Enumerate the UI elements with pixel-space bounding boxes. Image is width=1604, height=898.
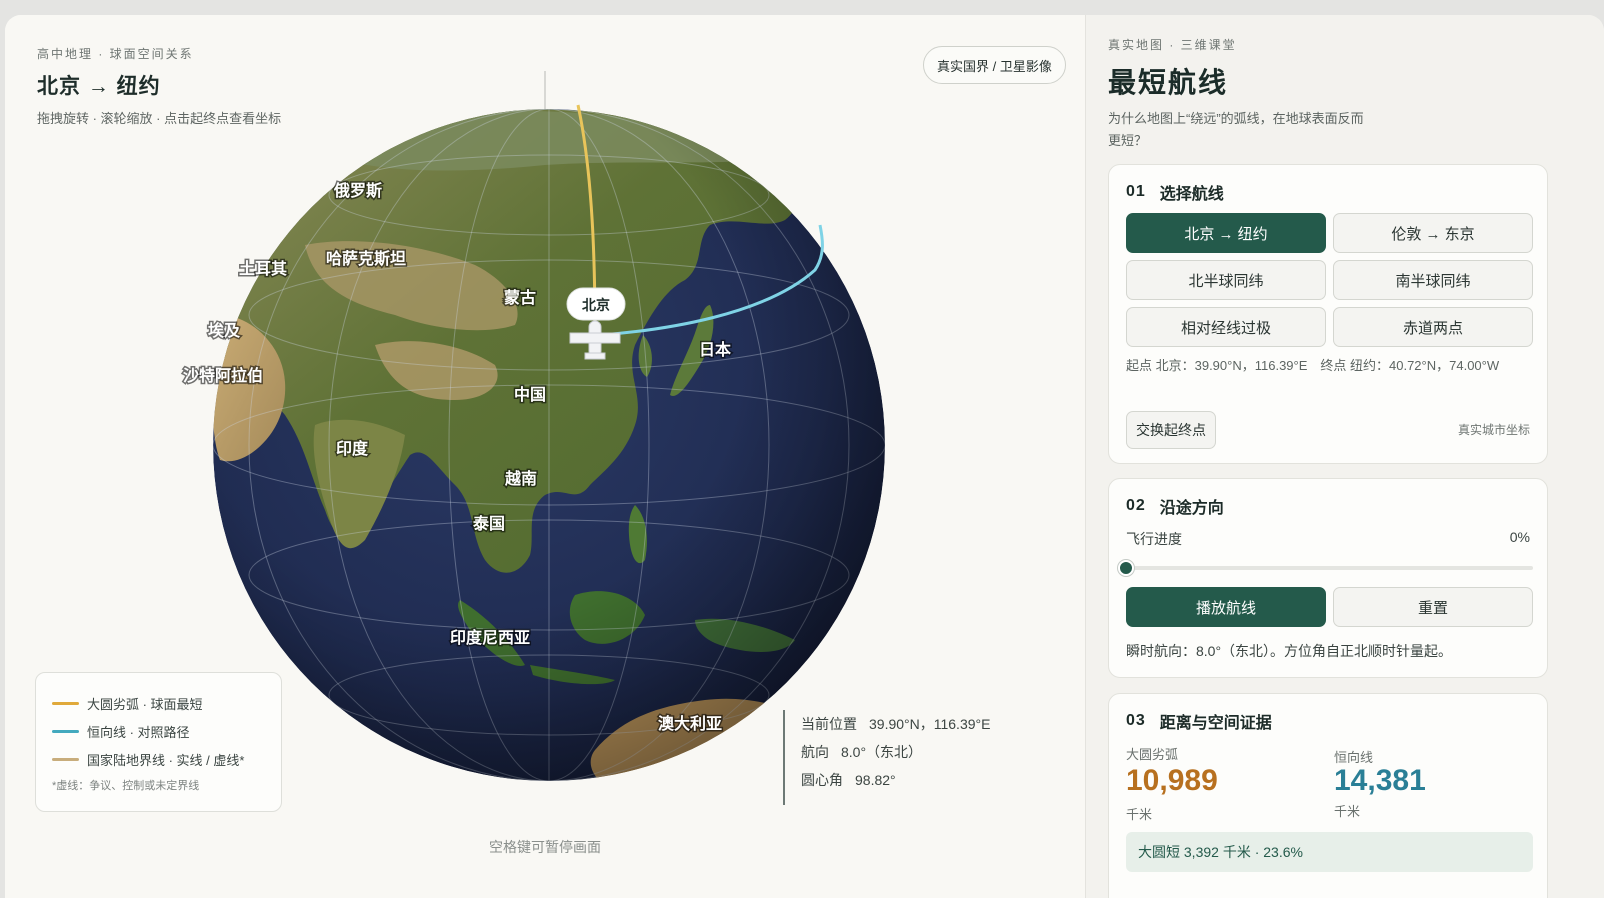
readout-value: 8.0°（东北）	[841, 744, 923, 760]
reset-button[interactable]: 重置	[1333, 587, 1533, 627]
readout-label: 航向	[801, 744, 829, 760]
route-option-beijing-newyork[interactable]: 北京 → 纽约	[1126, 213, 1326, 253]
place-label-indonesia: 印度尼西亚	[450, 628, 530, 647]
play-route-button[interactable]: 播放航线	[1126, 587, 1326, 627]
card-heading: 02 沿途方向	[1126, 494, 1224, 518]
place-label-egypt: 埃及	[208, 321, 241, 340]
start-city-label: 北京	[582, 297, 610, 313]
rhumb-line-unit: 千米	[1334, 804, 1361, 819]
legend-item-borders: 国家陆地界线 · 实线 / 虚线*	[52, 745, 265, 773]
place-label-australia: 澳大利亚	[658, 714, 722, 733]
progress-label: 飞行进度	[1126, 531, 1182, 547]
place-label-japan: 日本	[699, 340, 731, 359]
rhumb-line-distance: 14,381	[1334, 764, 1426, 797]
legend-label: 大圆劣弧 · 球面最短	[87, 696, 203, 712]
legend-item-rhumb-line: 恒向线 · 对照路径	[52, 717, 265, 745]
route-option-over-pole[interactable]: 相对经线过极	[1126, 307, 1326, 347]
place-label-saudi-arabia: 沙特阿拉伯	[183, 366, 263, 385]
distance-difference: 大圆短 3,392 千米 · 23.6%	[1126, 832, 1533, 872]
readout-label: 圆心角	[801, 772, 843, 788]
card-heading: 03 距离与空间证据	[1126, 709, 1272, 733]
legend-item-great-circle: 大圆劣弧 · 球面最短	[52, 689, 265, 717]
readout-label: 当前位置	[801, 716, 857, 732]
side-kicker: 真实地图 · 三维课堂	[1108, 38, 1237, 52]
route-option-south-same-lat[interactable]: 南半球同纬	[1333, 260, 1533, 300]
instant-heading-text: 瞬时航向：8.0°（东北）。方位角自正北顺时针量起。	[1126, 643, 1453, 659]
card-title: 沿途方向	[1159, 500, 1224, 517]
globe-shading	[213, 109, 885, 781]
card-title: 距离与空间证据	[1159, 715, 1272, 732]
place-label-turkey: 土耳其	[239, 259, 287, 278]
place-label-kazakhstan: 哈萨克斯坦	[326, 249, 406, 268]
great-circle-label: 大圆劣弧	[1126, 747, 1179, 762]
place-label-mongolia: 蒙古	[504, 288, 536, 307]
app-window: 高中地理 · 球面空间关系 北京 → 纽约 拖拽旋转 · 滚轮缩放 · 点击起终…	[5, 15, 1604, 898]
pause-hint: 空格键可暂停画面	[489, 839, 601, 855]
card-number: 03	[1126, 712, 1146, 729]
place-label-russia: 俄罗斯	[333, 181, 382, 200]
progress-slider-thumb[interactable]	[1118, 560, 1134, 576]
direction-card: 02 沿途方向 飞行进度 0% 播放航线 重置 瞬时航向：8.0°（东北）。方位…	[1108, 478, 1548, 678]
card-heading: 01 选择航线	[1126, 180, 1224, 204]
readout-central-angle: 圆心角 98.82°	[801, 766, 1043, 794]
legend-label: 恒向线 · 对照路径	[87, 724, 190, 740]
place-label-vietnam: 越南	[504, 469, 537, 488]
great-circle-unit: 千米	[1126, 807, 1153, 822]
globe-panel: 高中地理 · 球面空间关系 北京 → 纽约 拖拽旋转 · 滚轮缩放 · 点击起终…	[5, 15, 1112, 898]
readout-position: 当前位置 39.90°N，116.39°E	[801, 710, 1043, 738]
place-label-china: 中国	[514, 385, 546, 404]
legend-swatch-rhumb-line	[52, 729, 79, 733]
route-select-card: 01 选择航线 北京 → 纽约 伦敦 → 东京 北半球同纬 南半球同纬 相对经线…	[1108, 164, 1548, 464]
place-label-thailand: 泰国	[472, 514, 505, 533]
legend-swatch-great-circle	[52, 701, 79, 705]
legend-note: *虚线：争议、控制或未定界线	[52, 780, 200, 792]
side-title: 最短航线	[1108, 67, 1229, 98]
side-subtitle: 为什么地图上“绕远”的弧线，在地球表面反而更短？	[1108, 111, 1364, 148]
map-legend: 大圆劣弧 · 球面最短 恒向线 · 对照路径 国家陆地界线 · 实线 / 虚线*…	[35, 672, 282, 812]
legend-label: 国家陆地界线 · 实线 / 虚线*	[87, 752, 245, 768]
great-circle-distance: 10,989	[1126, 764, 1218, 797]
progress-value: 0%	[1509, 529, 1530, 545]
route-option-equator[interactable]: 赤道两点	[1333, 307, 1533, 347]
readout-heading: 航向 8.0°（东北）	[801, 738, 1043, 766]
place-label-india: 印度	[336, 439, 369, 458]
swap-endpoints-button[interactable]: 交换起终点	[1126, 411, 1216, 449]
card-number: 01	[1126, 183, 1146, 200]
distance-card: 03 距离与空间证据 大圆劣弧 10,989 千米 恒向线 14,381 千米 …	[1108, 693, 1548, 898]
card-title: 选择航线	[1159, 186, 1224, 203]
control-panel: 真实地图 · 三维课堂 最短航线 为什么地图上“绕远”的弧线，在地球表面反而更短…	[1086, 15, 1604, 898]
card-number: 02	[1126, 497, 1146, 514]
readout-value: 98.82°	[855, 772, 896, 788]
endpoint-coordinates: 起点 北京：39.90°N，116.39°E 终点 纽约：40.72°N，74.…	[1126, 358, 1500, 373]
progress-slider[interactable]	[1118, 560, 1533, 576]
route-option-north-same-lat[interactable]: 北半球同纬	[1126, 260, 1326, 300]
route-option-london-tokyo[interactable]: 伦敦 → 东京	[1333, 213, 1533, 253]
start-city-marker[interactable]: 北京	[566, 287, 626, 321]
coordinate-source-note: 真实城市坐标	[1457, 423, 1530, 437]
legend-swatch-borders	[52, 757, 79, 761]
position-readout: 当前位置 39.90°N，116.39°E 航向 8.0°（东北） 圆心角 98…	[783, 710, 1043, 805]
readout-value: 39.90°N，116.39°E	[869, 716, 991, 732]
